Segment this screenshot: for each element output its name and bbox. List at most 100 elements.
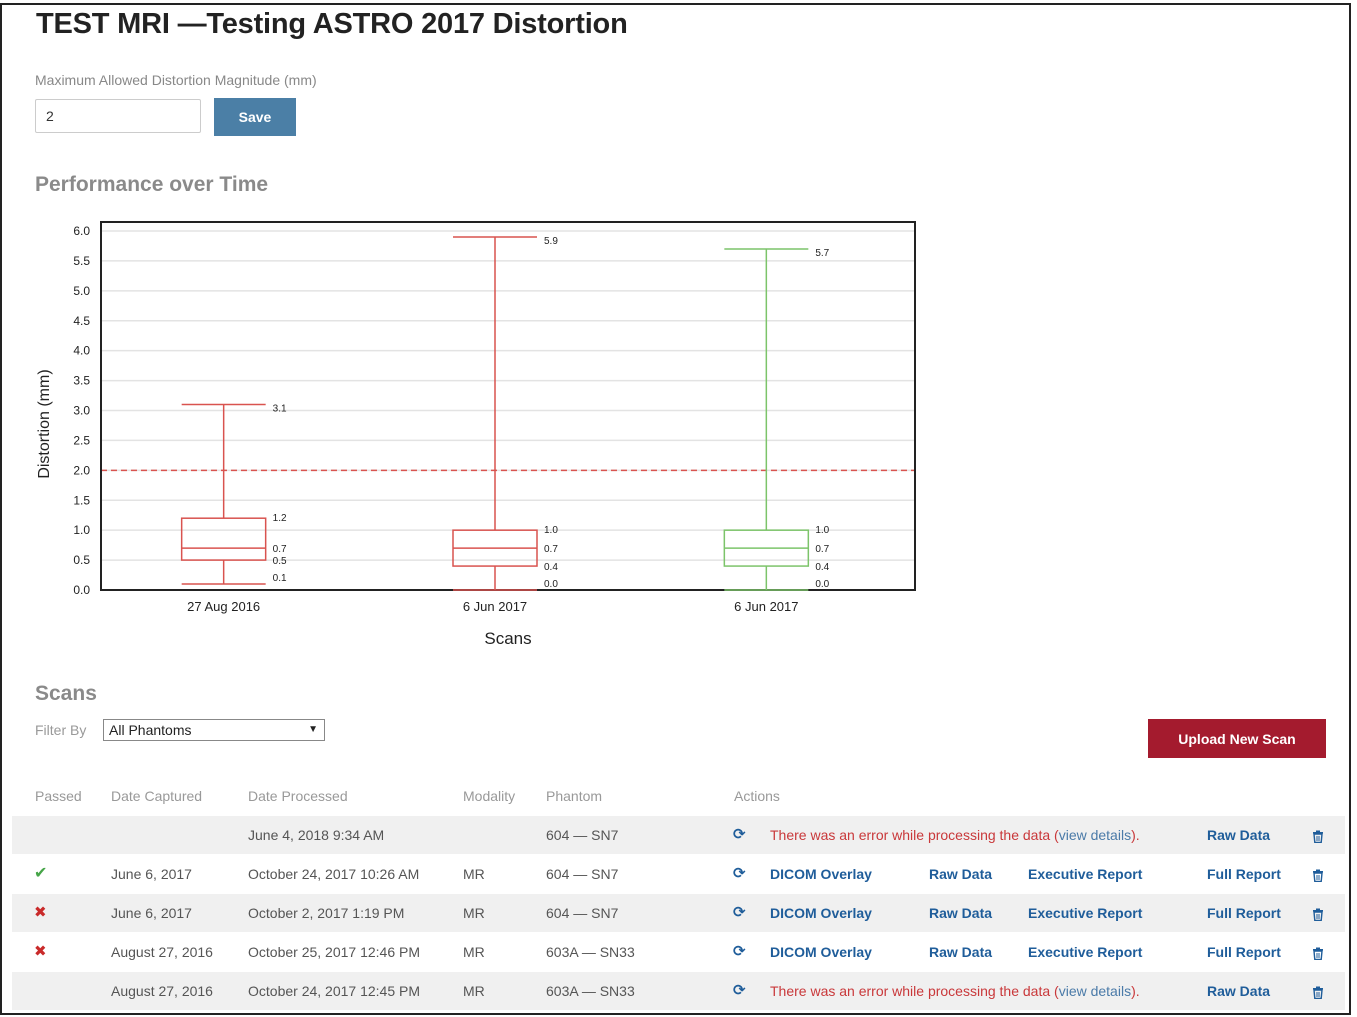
raw-data-link[interactable]: Raw Data [929, 855, 992, 893]
data-label-q3: 1.0 [544, 525, 558, 536]
data-label-median: 0.7 [544, 544, 558, 555]
full-report-link[interactable]: Full Report [1207, 894, 1281, 932]
trash-icon[interactable] [1312, 972, 1324, 1010]
date-captured: August 27, 2016 [111, 983, 213, 999]
y-tick-label: 4.0 [73, 344, 90, 358]
table-row: ✖ August 27, 2016 October 25, 2017 12:46 P… [12, 933, 1345, 971]
data-label-min: 0.0 [815, 579, 829, 590]
table-row: June 4, 2018 9:34 AM 604 — SN7 ⟳ There was … [12, 816, 1345, 854]
data-label-max: 5.7 [815, 248, 829, 259]
phantom: 603A — SN33 [546, 983, 635, 999]
refresh-icon[interactable]: ⟳ [733, 894, 746, 932]
table-row: August 27, 2016 October 24, 2017 12:45 PM… [12, 972, 1345, 1010]
col-header-date-captured: Date Captured [111, 788, 203, 804]
modality: MR [463, 905, 485, 921]
filter-selected-value: All Phantoms [109, 722, 192, 738]
executive-report-link[interactable]: Executive Report [1028, 933, 1142, 971]
date-processed: October 24, 2017 12:45 PM [248, 983, 420, 999]
modality: MR [463, 866, 485, 882]
dicom-overlay-link[interactable]: DICOM Overlay [770, 855, 872, 893]
y-tick-label: 6.0 [73, 224, 90, 238]
data-label-q3: 1.2 [273, 513, 287, 524]
error-message: There was an error while processing the … [770, 816, 1140, 854]
box-iqr [180, 517, 267, 561]
y-tick-label: 3.0 [73, 404, 90, 418]
performance-heading: Performance over Time [35, 173, 269, 196]
full-report-link[interactable]: Full Report [1207, 933, 1281, 971]
phantom-filter-select[interactable]: All Phantoms ▼ [103, 719, 325, 741]
filter-label: Filter By [35, 722, 87, 738]
data-label-q3: 1.0 [815, 525, 829, 536]
y-tick-label: 4.5 [73, 314, 90, 328]
y-tick-label: 0.5 [73, 553, 90, 567]
col-header-date-processed: Date Processed [248, 788, 348, 804]
x-tick-label: 6 Jun 2017 [734, 599, 798, 614]
phantom: 604 — SN7 [546, 827, 619, 843]
trash-icon[interactable] [1312, 855, 1324, 893]
data-label-q1: 0.4 [815, 562, 829, 573]
refresh-icon[interactable]: ⟳ [733, 933, 746, 971]
col-header-passed: Passed [35, 788, 82, 804]
trash-icon[interactable] [1312, 894, 1324, 932]
view-details-link[interactable]: view details [1059, 983, 1131, 999]
trash-icon[interactable] [1312, 933, 1324, 971]
executive-report-link[interactable]: Executive Report [1028, 894, 1142, 932]
raw-data-link[interactable]: Raw Data [929, 933, 992, 971]
y-tick-label: 3.5 [73, 374, 90, 388]
y-axis-label: Distortion (mm) [36, 369, 53, 478]
upload-new-scan-button[interactable]: Upload New Scan [1148, 719, 1326, 758]
table-row: ✖ June 6, 2017 October 2, 2017 1:19 PM MR 60… [12, 894, 1345, 932]
data-label-min: 0.1 [273, 573, 287, 584]
dicom-overlay-link[interactable]: DICOM Overlay [770, 933, 872, 971]
date-captured: June 6, 2017 [111, 905, 192, 921]
data-label-median: 0.7 [273, 544, 287, 555]
trash-icon[interactable] [1312, 816, 1324, 854]
max-distortion-input[interactable] [35, 99, 201, 133]
view-details-link[interactable]: view details [1059, 827, 1131, 843]
raw-data-link[interactable]: Raw Data [1207, 972, 1270, 1010]
date-processed: October 24, 2017 10:26 AM [248, 866, 420, 882]
page-title: TEST MRI —Testing ASTRO 2017 Distortion [36, 8, 628, 40]
x-axis-label: Scans [484, 629, 531, 648]
data-label-q1: 0.5 [273, 556, 287, 567]
y-tick-label: 2.0 [73, 463, 90, 477]
table-row: ✔ June 6, 2017 October 24, 2017 10:26 AM MR… [12, 855, 1345, 893]
date-captured: June 6, 2017 [111, 866, 192, 882]
x-tick-label: 27 Aug 2016 [187, 599, 260, 614]
col-header-modality: Modality [463, 788, 516, 804]
refresh-icon[interactable]: ⟳ [733, 816, 746, 854]
modality: MR [463, 983, 485, 999]
y-tick-label: 1.0 [73, 523, 90, 537]
refresh-icon[interactable]: ⟳ [733, 855, 746, 893]
dicom-overlay-link[interactable]: DICOM Overlay [770, 894, 872, 932]
date-processed: June 4, 2018 9:34 AM [248, 827, 385, 843]
data-label-max: 3.1 [273, 404, 287, 415]
error-text: There was an error while processing the … [770, 827, 1059, 843]
scans-heading: Scans [35, 682, 97, 705]
data-label-q1: 0.4 [544, 562, 558, 573]
cross-icon: ✖ [34, 943, 47, 960]
y-tick-label: 5.0 [73, 284, 90, 298]
data-label-max: 5.9 [544, 236, 558, 247]
phantom: 604 — SN7 [546, 866, 619, 882]
performance-chart: 0.0 0.5 1.0 1.5 2.0 2.5 3.0 3.5 4.0 4.5 5.0 5.5 6.0 3… [36, 221, 916, 648]
save-button[interactable]: Save [214, 98, 296, 136]
phantom: 603A — SN33 [546, 944, 635, 960]
executive-report-link[interactable]: Executive Report [1028, 855, 1142, 893]
phantom: 604 — SN7 [546, 905, 619, 921]
error-text: There was an error while processing the … [770, 983, 1059, 999]
data-label-min: 0.0 [544, 579, 558, 590]
date-captured: August 27, 2016 [111, 944, 213, 960]
raw-data-link[interactable]: Raw Data [1207, 816, 1270, 854]
col-header-phantom: Phantom [546, 788, 603, 804]
error-text-end: ). [1131, 983, 1140, 999]
check-icon: ✔ [34, 865, 48, 882]
date-processed: October 2, 2017 1:19 PM [248, 905, 405, 921]
refresh-icon[interactable]: ⟳ [733, 972, 746, 1010]
modality: MR [463, 944, 485, 960]
x-tick-label: 6 Jun 2017 [463, 599, 527, 614]
raw-data-link[interactable]: Raw Data [929, 894, 992, 932]
full-report-link[interactable]: Full Report [1207, 855, 1281, 893]
y-tick-label: 1.5 [73, 493, 90, 507]
dropdown-caret-icon: ▼ [308, 724, 318, 735]
